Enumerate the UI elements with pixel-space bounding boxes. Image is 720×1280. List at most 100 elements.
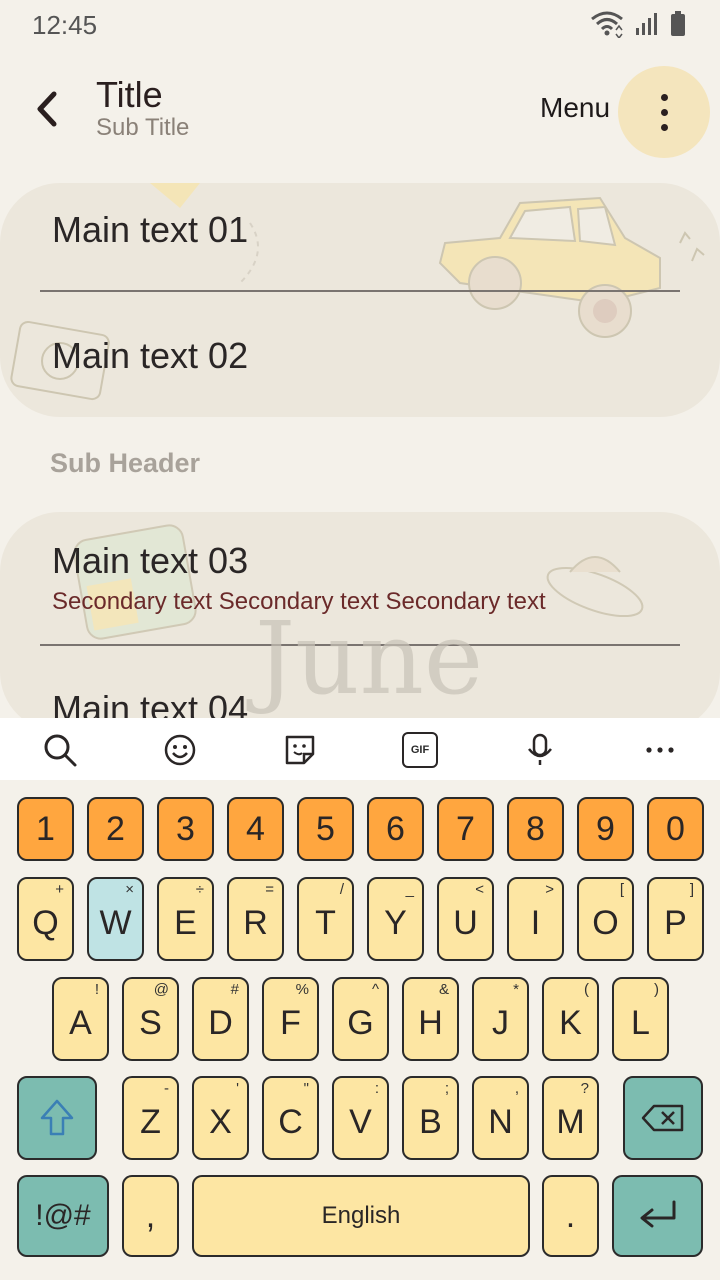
key-label: G: [347, 1003, 374, 1042]
june-watermark: June: [255, 600, 484, 717]
key-t[interactable]: / T: [297, 877, 354, 961]
key-symbol-hint: -: [164, 1080, 169, 1097]
key-label: V: [349, 1102, 372, 1141]
search-icon[interactable]: [42, 732, 78, 768]
key-label: Q: [32, 903, 59, 942]
key-j[interactable]: * J: [472, 977, 529, 1061]
divider: [40, 290, 680, 292]
page-title: Title: [96, 74, 163, 115]
key-e[interactable]: ÷ E: [157, 877, 214, 961]
key-symbol-hint: ?: [580, 1080, 589, 1097]
app-bar: Title Sub Title Menu: [0, 60, 720, 170]
shift-key[interactable]: [17, 1076, 97, 1160]
key-symbol-hint: =: [265, 881, 274, 898]
keyboard: 1 2 3 4 5 6 7 8 9 0 + Q × W ÷ E = R / T _ Y < U…: [0, 780, 720, 1280]
key-8[interactable]: 8: [507, 797, 564, 861]
key-label: H: [418, 1003, 443, 1042]
key-symbol-hint: ^: [371, 981, 379, 998]
list-item-main-text[interactable]: Main text 02: [52, 335, 248, 377]
more-icon[interactable]: [642, 732, 678, 768]
key-c[interactable]: " C: [262, 1076, 319, 1160]
key-b[interactable]: ; B: [402, 1076, 459, 1160]
key-label: W: [99, 903, 132, 942]
more-options-button[interactable]: [618, 66, 710, 158]
more-dot-icon: [661, 109, 668, 116]
key-label: L: [631, 1003, 650, 1042]
key-w[interactable]: × W: [87, 877, 144, 961]
page-subtitle: Sub Title: [96, 114, 190, 141]
key-l[interactable]: ) L: [612, 977, 669, 1061]
key-a[interactable]: ! A: [52, 977, 109, 1061]
key-label: A: [69, 1003, 92, 1042]
keyboard-toolbar: GIF: [0, 718, 720, 780]
key-k[interactable]: (K: [542, 977, 599, 1061]
signal-icon: [636, 13, 657, 35]
key-label: D: [208, 1003, 233, 1042]
key-label: T: [315, 903, 336, 942]
key-label: U: [453, 903, 478, 942]
key-g[interactable]: ^ G: [332, 977, 389, 1061]
key-o[interactable]: [O: [577, 877, 634, 961]
key-3[interactable]: 3: [157, 797, 214, 861]
key-label: X: [209, 1102, 232, 1141]
key-2[interactable]: 2: [87, 797, 144, 861]
key-label: K: [559, 1003, 582, 1042]
key-7[interactable]: 7: [437, 797, 494, 861]
key-q[interactable]: + Q: [17, 877, 74, 961]
status-time: 12:45: [32, 10, 98, 40]
key-y[interactable]: _ Y: [367, 877, 424, 961]
key-i[interactable]: > I: [507, 877, 564, 961]
key-f[interactable]: % F: [262, 977, 319, 1061]
key-label: J: [492, 1003, 509, 1042]
period-key[interactable]: .: [542, 1175, 599, 1257]
key-r[interactable]: = R: [227, 877, 284, 961]
sticker-icon[interactable]: [282, 732, 318, 768]
key-symbol-hint: <: [475, 881, 484, 898]
key-p[interactable]: ] P: [647, 877, 704, 961]
status-bar: 12:45: [0, 0, 720, 50]
back-button[interactable]: [28, 84, 68, 134]
space-key[interactable]: English: [192, 1175, 530, 1257]
gif-icon[interactable]: GIF: [402, 732, 438, 768]
key-label: S: [139, 1003, 162, 1042]
key-u[interactable]: < U: [437, 877, 494, 961]
list-item-main-text[interactable]: Main text 03: [52, 540, 248, 582]
key-6[interactable]: 6: [367, 797, 424, 861]
microphone-icon[interactable]: [522, 732, 558, 768]
key-n[interactable]: ,N: [472, 1076, 529, 1160]
key-symbol-hint: >: [545, 881, 554, 898]
wifi-icon: [591, 11, 623, 38]
key-label: R: [243, 903, 268, 942]
more-dot-icon: [661, 124, 668, 131]
backspace-key[interactable]: [623, 1076, 703, 1160]
menu-button[interactable]: Menu: [540, 92, 610, 124]
key-x[interactable]: ' X: [192, 1076, 249, 1160]
key-0[interactable]: 0: [647, 797, 704, 861]
comma-key[interactable]: ,: [122, 1175, 179, 1257]
key-9[interactable]: 9: [577, 797, 634, 861]
key-d[interactable]: # D: [192, 977, 249, 1061]
list-item-main-text[interactable]: Main text 01: [52, 209, 248, 251]
key-z[interactable]: -Z: [122, 1076, 179, 1160]
list-card-2: Main text 03 Secondary text Secondary te…: [0, 512, 720, 732]
key-label: C: [278, 1102, 303, 1141]
key-5[interactable]: 5: [297, 797, 354, 861]
key-v[interactable]: :V: [332, 1076, 389, 1160]
key-m[interactable]: ? M: [542, 1076, 599, 1160]
emoji-icon[interactable]: [162, 732, 198, 768]
key-h[interactable]: & H: [402, 977, 459, 1061]
key-4[interactable]: 4: [227, 797, 284, 861]
key-symbol-hint: *: [513, 981, 519, 998]
key-s[interactable]: @ S: [122, 977, 179, 1061]
key-symbol-hint: (: [584, 981, 589, 998]
key-label: M: [556, 1102, 585, 1141]
key-1[interactable]: 1: [17, 797, 74, 861]
list-card-1: Main text 01 Main text 02: [0, 183, 720, 417]
key-symbol-hint: &: [438, 981, 449, 998]
enter-key[interactable]: [612, 1175, 703, 1257]
key-label: O: [592, 903, 619, 942]
more-dot-icon: [661, 94, 668, 101]
symbols-key[interactable]: !@#: [17, 1175, 109, 1257]
key-label: B: [419, 1102, 442, 1141]
key-symbol-hint: !: [94, 981, 99, 998]
